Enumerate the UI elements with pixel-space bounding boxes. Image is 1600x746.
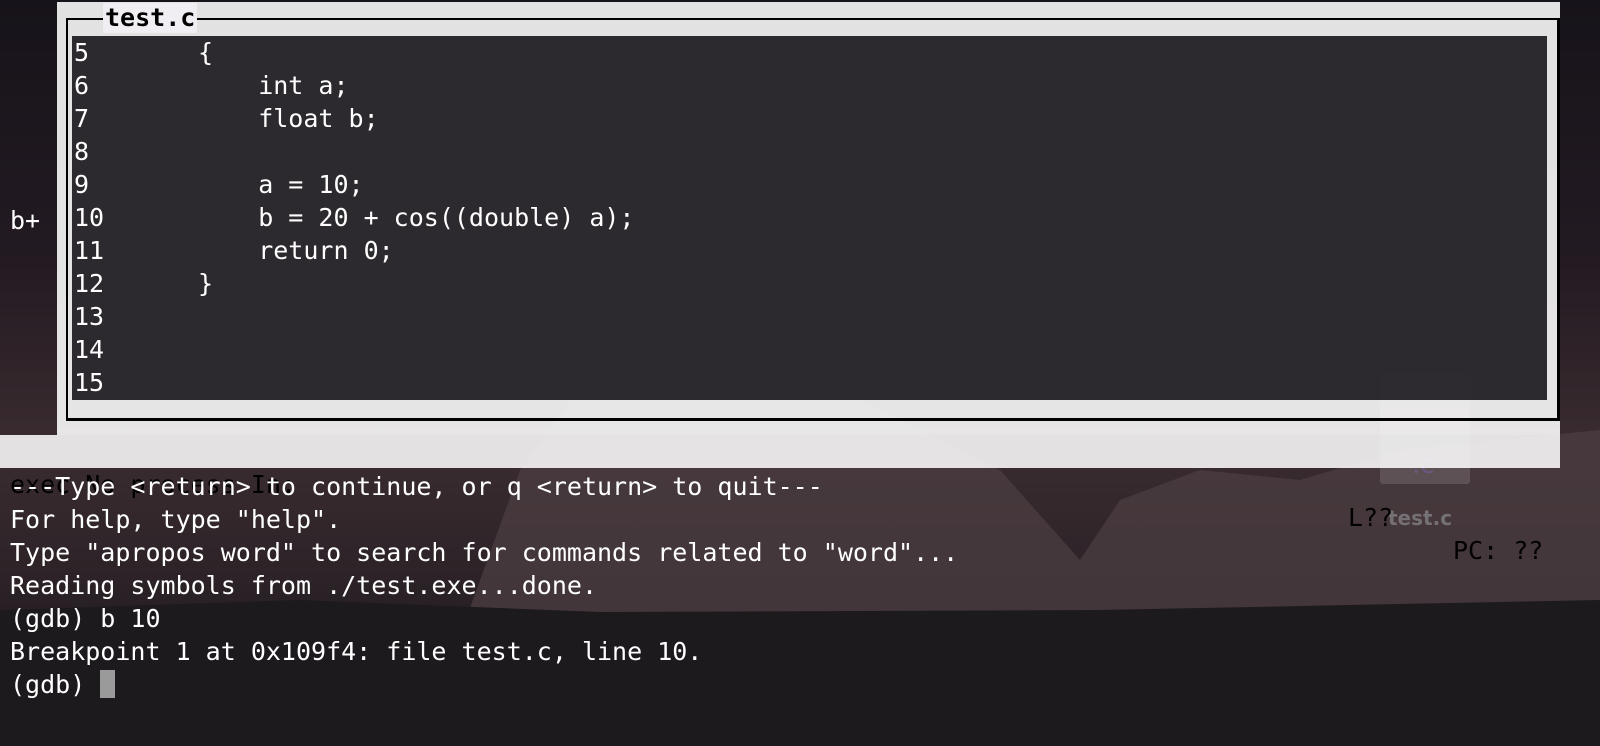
console-line: (gdb) b 10 — [10, 604, 161, 633]
console-prompt-line[interactable]: (gdb) — [10, 668, 958, 701]
source-line[interactable]: 14 — [74, 333, 198, 366]
line-code: float b; — [198, 104, 379, 133]
source-line[interactable]: 6 int a; — [74, 69, 349, 102]
source-line[interactable]: 10 b = 20 + cos((double) a); — [74, 201, 635, 234]
console-line: ---Type <return> to continue, or q <retu… — [10, 472, 823, 501]
status-pc: PC: ?? — [1453, 536, 1544, 565]
line-number: 9 — [74, 170, 90, 199]
console-line: For help, type "help". — [10, 505, 342, 534]
line-number: 15 — [74, 368, 105, 397]
line-number: 13 — [74, 302, 105, 331]
line-number: 12 — [74, 269, 105, 298]
source-line[interactable]: 5{ — [74, 36, 213, 69]
line-code: { — [198, 38, 214, 67]
status-bar: exec No process In: L?? PC: ?? — [0, 435, 1560, 565]
line-number: 7 — [74, 104, 90, 133]
line-number: 10 — [74, 203, 105, 232]
line-number: 5 — [74, 38, 90, 67]
text-cursor — [100, 670, 116, 698]
source-line[interactable]: 15 — [74, 366, 198, 399]
gdb-prompt: (gdb) — [10, 670, 101, 699]
line-code: } — [198, 269, 214, 298]
line-code: return 0; — [198, 236, 394, 265]
source-line[interactable]: 9 a = 10; — [74, 168, 364, 201]
line-number: 8 — [74, 137, 90, 166]
desktop-file-label[interactable]: test.c — [1388, 506, 1452, 530]
source-line[interactable]: 13 — [74, 300, 198, 333]
line-code: a = 10; — [198, 170, 364, 199]
status-line: L?? — [1348, 503, 1394, 532]
source-line[interactable]: 7 float b; — [74, 102, 379, 135]
line-number: 6 — [74, 71, 90, 100]
source-line[interactable]: 12} — [74, 267, 213, 300]
source-line[interactable]: 11 return 0; — [74, 234, 394, 267]
line-number: 14 — [74, 335, 105, 364]
console-line: Reading symbols from ./test.exe...done. — [10, 571, 597, 600]
source-line[interactable]: 8 — [74, 135, 198, 168]
line-number: 11 — [74, 236, 105, 265]
breakpoint-marker: b+ — [10, 206, 41, 235]
line-code: int a; — [198, 71, 349, 100]
line-code: b = 20 + cos((double) a); — [198, 203, 635, 232]
console-line: Breakpoint 1 at 0x109f4: file test.c, li… — [10, 637, 703, 666]
source-code-view[interactable]: 5{6 int a; 7 float b; 8 9 a = 10; 10 b = 20 … — [72, 36, 1547, 400]
source-window-title: test.c — [103, 3, 198, 33]
console-line: Type "apropos word" to search for comman… — [10, 538, 959, 567]
command-console[interactable]: ---Type <return> to continue, or q <retu… — [10, 470, 958, 701]
